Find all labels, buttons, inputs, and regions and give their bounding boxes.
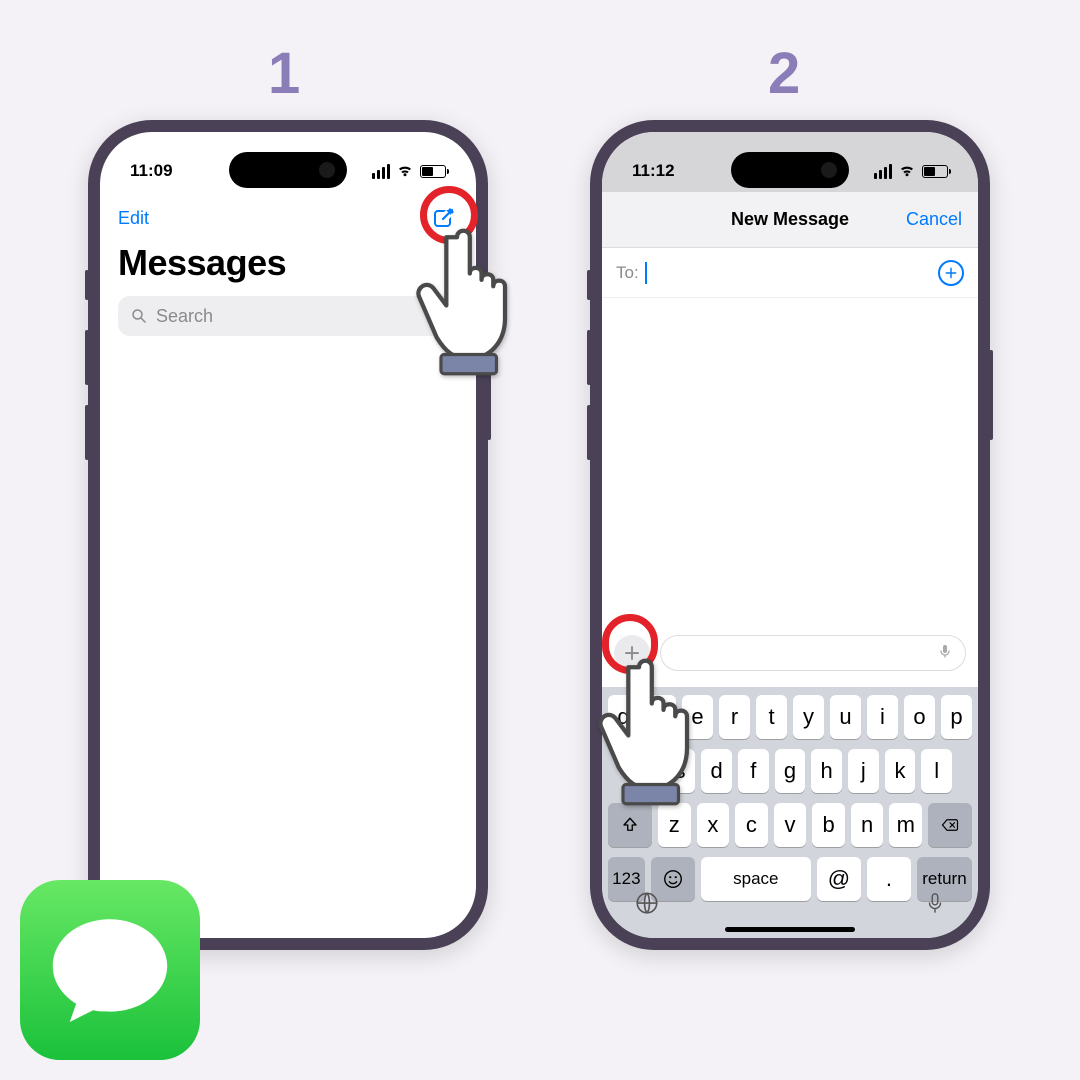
keyboard-bottom-row xyxy=(602,890,978,930)
shift-icon xyxy=(621,816,639,834)
step-number-1: 1 xyxy=(268,40,300,107)
speech-bubble-icon xyxy=(45,910,175,1030)
to-field[interactable]: To: xyxy=(602,248,978,298)
key-z[interactable]: z xyxy=(658,803,691,847)
search-input[interactable]: Search xyxy=(118,296,458,336)
cancel-button[interactable]: Cancel xyxy=(906,209,962,230)
battery-icon xyxy=(420,165,446,178)
globe-button[interactable] xyxy=(634,890,660,930)
key-t[interactable]: t xyxy=(756,695,787,739)
mic-icon[interactable] xyxy=(937,641,953,666)
key-m[interactable]: m xyxy=(889,803,922,847)
key-b[interactable]: b xyxy=(812,803,845,847)
phone-mockup-2: 11:12 New Message Cancel To: xyxy=(590,120,990,950)
key-c[interactable]: c xyxy=(735,803,768,847)
search-icon xyxy=(130,307,148,325)
step-number-2: 2 xyxy=(768,40,800,107)
messages-app-icon xyxy=(20,880,200,1060)
key-j[interactable]: j xyxy=(848,749,879,793)
signal-icon xyxy=(372,164,390,179)
key-l[interactable]: l xyxy=(921,749,952,793)
key-f[interactable]: f xyxy=(738,749,769,793)
emoji-icon xyxy=(662,868,684,890)
modal-header: New Message Cancel xyxy=(602,192,978,248)
wifi-icon xyxy=(898,162,916,180)
plus-icon xyxy=(944,266,958,280)
backspace-icon xyxy=(939,816,961,834)
key-shift[interactable] xyxy=(608,803,652,847)
key-p[interactable]: p xyxy=(941,695,972,739)
keyboard-row-3: z x c v b n m xyxy=(608,803,972,847)
key-h[interactable]: h xyxy=(811,749,842,793)
key-o[interactable]: o xyxy=(904,695,935,739)
wifi-icon xyxy=(396,162,414,180)
key-backspace[interactable] xyxy=(928,803,972,847)
edit-button[interactable]: Edit xyxy=(118,208,149,229)
tap-hand-icon xyxy=(590,648,720,808)
status-time: 11:09 xyxy=(130,161,173,181)
dynamic-island xyxy=(731,152,849,188)
home-indicator[interactable] xyxy=(725,927,855,932)
key-i[interactable]: i xyxy=(867,695,898,739)
key-y[interactable]: y xyxy=(793,695,824,739)
globe-icon xyxy=(634,890,660,916)
dynamic-island xyxy=(229,152,347,188)
key-v[interactable]: v xyxy=(774,803,807,847)
key-x[interactable]: x xyxy=(697,803,730,847)
text-cursor xyxy=(645,262,647,284)
key-n[interactable]: n xyxy=(851,803,884,847)
status-time: 11:12 xyxy=(632,161,675,181)
search-placeholder: Search xyxy=(156,306,213,327)
modal-title: New Message xyxy=(731,209,849,230)
dictation-button[interactable] xyxy=(924,890,946,930)
mic-icon xyxy=(924,890,946,916)
battery-icon xyxy=(922,165,948,178)
add-contact-button[interactable] xyxy=(938,260,964,286)
key-k[interactable]: k xyxy=(885,749,916,793)
key-u[interactable]: u xyxy=(830,695,861,739)
key-g[interactable]: g xyxy=(775,749,806,793)
key-r[interactable]: r xyxy=(719,695,750,739)
signal-icon xyxy=(874,164,892,179)
page-title: Messages xyxy=(118,242,286,284)
to-label: To: xyxy=(616,263,639,283)
tap-hand-icon xyxy=(408,218,538,378)
